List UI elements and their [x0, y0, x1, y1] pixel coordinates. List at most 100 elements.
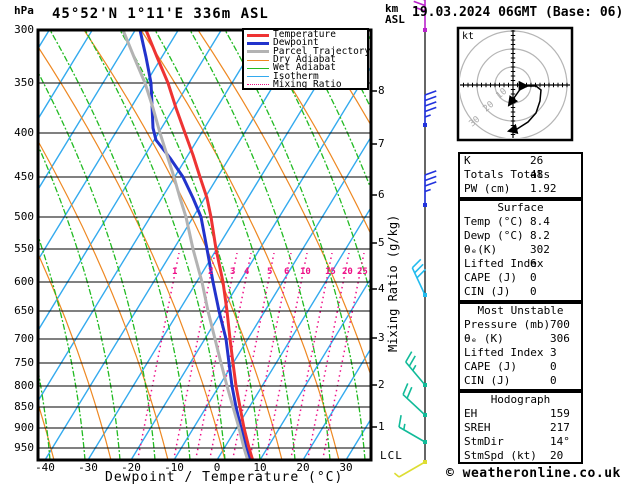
mixing-ratio-line	[289, 253, 333, 460]
stat-label: Temp (°C)	[464, 215, 524, 228]
km-tick-label: 7	[378, 137, 385, 150]
dewpoint-curve	[138, 30, 252, 460]
most-unstable-row: CAPE (J) 0	[460, 360, 581, 374]
mixing-ratio-line	[248, 253, 292, 460]
legend-line-sample	[247, 67, 269, 69]
stat-label: θₑ(K)	[464, 243, 498, 256]
hodograph-unit-label: kt	[462, 31, 475, 42]
wind-barb	[423, 90, 437, 127]
stability-indices-panel: K 26 Totals Totals 48 PW (cm) 1.92	[458, 152, 583, 199]
stat-value: 1.92	[530, 182, 557, 195]
pressure-tick-label: 950	[14, 441, 34, 454]
wind-barb-column	[393, 0, 437, 478]
km-tick-label: 1	[378, 420, 385, 433]
isotherm-line	[87, 30, 351, 460]
mixing-ratio-label: 25	[357, 267, 368, 277]
km-tick-label: 6	[378, 188, 385, 201]
pressure-tick-label: 300	[14, 23, 34, 36]
most-unstable-panel: Most Unstable Pressure (mb) 700 θₑ (K) 306 Li…	[458, 302, 583, 391]
wet-adiabat-line	[84, 30, 226, 460]
wind-barb	[405, 351, 427, 387]
hodograph-stats-title: Hodograph	[490, 393, 551, 406]
mixing-ratio-line	[264, 253, 308, 460]
stat-value: 26	[530, 154, 544, 167]
pressure-tick-label: 850	[14, 400, 34, 413]
legend-line-sample	[247, 76, 269, 78]
stat-value: 0	[530, 285, 537, 298]
stat-value: 159	[550, 407, 570, 420]
hodograph-stats-row: SREH 217	[460, 421, 581, 435]
most-unstable-title: Most Unstable	[477, 304, 564, 317]
wet-adiabat-line	[49, 30, 191, 460]
lcl-label: LCL	[380, 449, 403, 462]
stat-label: SREH	[464, 421, 491, 434]
temp-tick-label: -30	[78, 461, 98, 474]
pressure-tick-label: 500	[14, 210, 34, 223]
wind-barb	[393, 460, 427, 478]
sounding-curves	[121, 30, 255, 460]
mixing-ratio-axis-label: Mixing Ratio (g/kg)	[386, 214, 400, 352]
pressure-tick-label: 650	[14, 304, 34, 317]
stat-value: 8.2	[530, 229, 550, 242]
stat-label: θₑ (K)	[464, 332, 504, 345]
legend-line-sample	[247, 84, 269, 86]
stat-label: EH	[464, 407, 478, 420]
isotherm-line	[44, 30, 308, 460]
surface-row: CIN (J) 0	[460, 285, 581, 299]
stat-value: 6	[530, 257, 537, 270]
mixing-ratio-label: 15	[325, 267, 336, 277]
stat-label: CAPE (J)	[464, 271, 517, 284]
stat-value: 0	[550, 360, 557, 373]
indices-row: PW (cm) 1.92	[460, 182, 581, 196]
stat-value: 20	[550, 449, 564, 462]
indices-row: Totals Totals 48	[460, 168, 581, 182]
surface-row: CAPE (J) 0	[460, 271, 581, 285]
stat-value: 306	[550, 332, 570, 345]
stat-label: CAPE (J)	[464, 360, 517, 373]
altitude-unit-asl: ASL	[385, 13, 405, 26]
stat-label: StmSpd (kt)	[464, 449, 537, 462]
mixing-ratio-label: 10	[300, 267, 311, 277]
pressure-tick-label: 400	[14, 126, 34, 139]
legend-line-sample	[247, 59, 269, 61]
copyright-label: © weatheronline.co.uk	[446, 466, 621, 481]
mixing-ratio-label: 3	[230, 267, 236, 277]
indices-row: K 26	[460, 154, 581, 168]
wind-barb	[423, 170, 437, 207]
km-tick-label: 8	[378, 84, 385, 97]
wind-barb	[402, 383, 427, 417]
surface-panel: Surface Temp (°C) 8.4 Dewp (°C) 8.2 θₑ(K) 302 L…	[458, 199, 583, 302]
most-unstable-row: Pressure (mb) 700	[460, 318, 581, 332]
hodograph-stats-row: EH 159	[460, 407, 581, 421]
mixing-ratio-label: 2	[208, 267, 214, 277]
wet-adiabat-line	[294, 30, 371, 191]
pressure-tick-label: 900	[14, 421, 34, 434]
legend-line-sample	[247, 41, 269, 45]
stat-label: Dewp (°C)	[464, 229, 524, 242]
wet-adiabat-line	[189, 30, 331, 460]
pressure-tick-label: 450	[14, 170, 34, 183]
surface-row: Temp (°C) 8.4	[460, 215, 581, 229]
stat-label: PW (cm)	[464, 182, 511, 195]
pressure-tick-label: 800	[14, 379, 34, 392]
stat-value: 700	[550, 318, 570, 331]
legend-line-sample	[247, 33, 269, 37]
stat-label: K	[464, 154, 471, 167]
mixing-ratio-label: 1	[172, 267, 178, 277]
stat-value: 48	[530, 168, 544, 181]
mixing-ratio-label: 6	[284, 267, 290, 277]
legend-label: Mixing Ratio	[273, 78, 342, 90]
temp-tick-label: -40	[35, 461, 55, 474]
km-tick-label: 2	[378, 378, 385, 391]
stat-label: StmDir	[464, 435, 504, 448]
hodograph-stats-row: StmSpd (kt) 20	[460, 449, 581, 463]
x-axis-label: Dewpoint / Temperature (°C)	[105, 470, 344, 485]
stat-value: 302	[530, 243, 550, 256]
hodograph-stats-row: StmDir 14°	[460, 435, 581, 449]
most-unstable-row: θₑ (K) 306	[460, 332, 581, 346]
surface-row: θₑ(K) 302	[460, 243, 581, 257]
skewt-sounding-screen: 10 20 30 hPa 45°52'N 1°11'E 336m ASL km AS…	[0, 0, 629, 486]
mixing-ratio-line	[172, 253, 216, 460]
parcel-trajectory-curve	[121, 30, 250, 460]
pressure-tick-label: 350	[14, 76, 34, 89]
